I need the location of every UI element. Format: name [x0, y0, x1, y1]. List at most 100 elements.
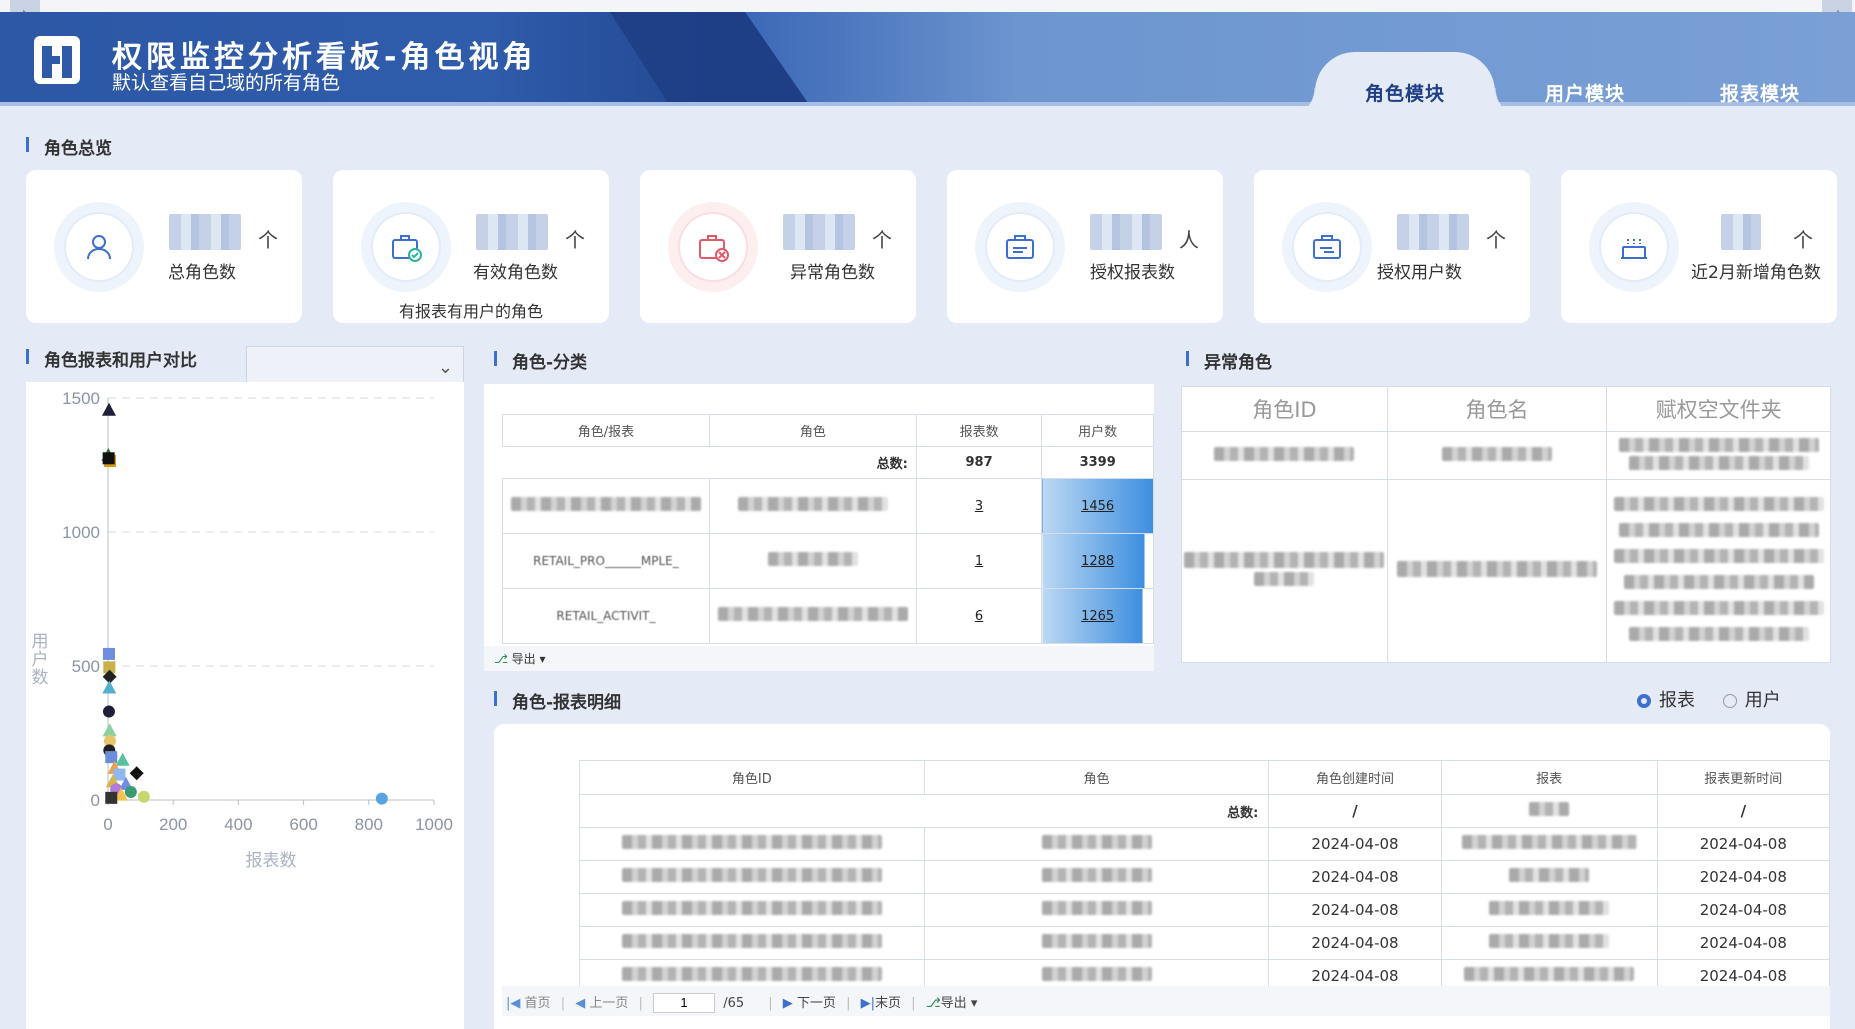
table-row[interactable]: 3 1456 — [502, 478, 1154, 534]
kpi-value — [169, 214, 241, 250]
col-header[interactable]: 报表更新时间 — [1656, 760, 1831, 795]
kpi-value — [1397, 214, 1469, 250]
report-count-link[interactable]: 3 — [975, 499, 983, 514]
cake-icon — [1621, 239, 1647, 259]
user-count-link[interactable]: 1288 — [1081, 554, 1114, 569]
category-table: 角色/报表 角色 报表数 用户数 总数: 987 3399 3 1456 RET… — [502, 414, 1154, 644]
first-page-button[interactable]: |◀ 首页 — [506, 996, 551, 1011]
export-button[interactable]: ⎇ 导出 ▾ — [484, 646, 1154, 671]
col-header[interactable]: 角色/报表 — [502, 414, 710, 447]
page-subtitle: 默认查看自己域的所有角色 — [112, 72, 341, 94]
kpi-card-new-roles[interactable]: 个 近2月新增角色数 — [1561, 170, 1837, 323]
x-tick-label: 800 — [355, 815, 383, 834]
briefcase-report-icon — [1006, 235, 1034, 259]
detail-type-radio: 报表 用户 — [1637, 686, 1781, 712]
page-number-input[interactable] — [653, 992, 716, 1013]
col-header[interactable]: 角色 — [708, 414, 917, 447]
table-row[interactable]: RETAIL_ACTIVIT_ 6 1265 — [502, 588, 1154, 644]
prev-page-button[interactable]: ◀ 上一页 — [575, 996, 628, 1011]
table-row[interactable]: 2024-04-08 2024-04-08 — [579, 860, 1831, 894]
kpi-card-total-roles[interactable]: 个 总角色数 — [26, 170, 302, 323]
kpi-card-authorized-users[interactable]: 个 授权用户数 — [1254, 170, 1530, 323]
briefcase-x-icon — [699, 235, 729, 262]
report-count-link[interactable]: 6 — [975, 609, 983, 624]
radio-report[interactable]: 报表 — [1637, 690, 1695, 711]
table-row[interactable] — [1181, 479, 1831, 663]
scatter-point — [129, 766, 144, 781]
last-page-icon: ▶| — [860, 996, 875, 1011]
tab-role-module[interactable]: 角色模块 — [1285, 52, 1525, 106]
y-axis-label: 用户数 — [32, 632, 49, 688]
section-title-compare: 角色报表和用户对比 — [26, 346, 197, 371]
col-header[interactable]: 角色 — [923, 760, 1270, 795]
x-tick-label: 1000 — [415, 815, 453, 834]
kpi-card-authorized-reports[interactable]: 人 授权报表数 — [947, 170, 1223, 323]
chevron-down-icon: ⌄ — [437, 357, 453, 378]
col-header[interactable]: 赋权空文件夹 — [1606, 386, 1831, 432]
user-count-link[interactable]: 1456 — [1081, 499, 1114, 514]
scatter-point — [124, 785, 137, 798]
x-axis-label: 报表数 — [246, 851, 297, 871]
kpi-label: 总角色数 — [168, 263, 236, 283]
tab-user-module[interactable]: 用户模块 — [1495, 52, 1675, 106]
table-row[interactable] — [1181, 431, 1831, 480]
kpi-label: 授权报表数 — [1090, 263, 1175, 283]
user-icon — [87, 235, 111, 260]
section-title-detail: 角色-报表明细 — [494, 688, 621, 713]
kpi-sublabel: 有报表有用户的角色 — [398, 302, 543, 321]
table-row[interactable]: 2024-04-08 2024-04-08 — [579, 827, 1831, 861]
col-header[interactable]: 角色名 — [1386, 386, 1608, 432]
scatter-point — [102, 705, 115, 718]
kpi-card-abnormal-roles[interactable]: 个 异常角色数 — [640, 170, 916, 323]
total-label: 总数: — [578, 794, 1270, 828]
col-header[interactable]: 角色ID — [1181, 386, 1388, 432]
y-tick-label: 0 — [91, 791, 100, 810]
export-button[interactable]: ⎇导出 ▾ — [926, 996, 978, 1011]
kpi-value — [476, 214, 548, 250]
y-tick-label: 500 — [72, 657, 100, 676]
scatter-point — [101, 402, 116, 416]
detail-panel: 角色ID 角色 角色创建时间 报表 报表更新时间 总数: / / 2024-04… — [494, 724, 1831, 1029]
header-banner: 权限监控分析看板-角色视角 默认查看自己域的所有角色 角色模块 用户模块 报表模… — [0, 12, 1855, 106]
table-row[interactable]: RETAIL_PRO______MPLE_ 1 1288 — [502, 533, 1154, 589]
section-title-category: 角色-分类 — [494, 348, 587, 373]
total-users: 3399 — [1041, 446, 1154, 479]
table-row[interactable]: 2024-04-08 2024-04-08 — [579, 893, 1831, 927]
x-tick-label: 200 — [159, 815, 187, 834]
next-page-button[interactable]: ▶ 下一页 — [783, 996, 836, 1011]
col-header[interactable]: 角色创建时间 — [1268, 760, 1442, 795]
app-logo-icon — [34, 36, 80, 84]
tab-report-module[interactable]: 报表模块 — [1670, 52, 1850, 106]
x-tick-label: 0 — [103, 815, 112, 834]
table-row[interactable]: 2024-04-08 2024-04-08 — [579, 926, 1831, 960]
detail-table: 角色ID 角色 角色创建时间 报表 报表更新时间 总数: / / 2024-04… — [578, 760, 1831, 993]
col-header[interactable]: 角色ID — [579, 760, 925, 795]
scatter-point — [115, 752, 130, 766]
category-panel: 角色/报表 角色 报表数 用户数 总数: 987 3399 3 1456 RET… — [484, 384, 1154, 671]
kpi-value — [783, 214, 855, 250]
scatter-point — [137, 790, 150, 803]
kpi-label: 异常角色数 — [790, 263, 875, 283]
col-header[interactable]: 用户数 — [1041, 414, 1154, 447]
y-tick-label: 1500 — [62, 389, 100, 408]
col-header[interactable]: 报表数 — [915, 414, 1043, 447]
user-count-link[interactable]: 1265 — [1081, 609, 1114, 624]
prev-page-icon: ◀ — [575, 996, 586, 1011]
abnormal-table: 角色ID 角色名 赋权空文件夹 — [1181, 386, 1831, 663]
scatter-point — [102, 452, 115, 465]
radio-user[interactable]: 用户 — [1722, 690, 1781, 711]
col-header[interactable]: 报表 — [1440, 760, 1658, 795]
briefcase-user-icon — [1313, 235, 1341, 259]
scatter-chart: 0 500 1000 1500 0 200 400 600 800 1000 报表数 用户数 — [32, 389, 453, 871]
kpi-card-valid-roles[interactable]: 个 有效角色数 有报表有用户的角色 — [333, 170, 609, 323]
next-page-icon: ▶ — [782, 996, 793, 1011]
kpi-label: 授权用户数 — [1377, 263, 1462, 283]
report-count-link[interactable]: 1 — [975, 554, 983, 569]
kpi-label: 近2月新增角色数 — [1691, 263, 1821, 283]
top-strip — [0, 0, 1855, 12]
briefcase-check-icon — [392, 235, 422, 262]
kpi-value — [1090, 214, 1162, 250]
abnormal-panel: 角色ID 角色名 赋权空文件夹 — [1181, 386, 1831, 663]
last-page-button[interactable]: ▶|末页 — [861, 996, 901, 1011]
y-tick-label: 1000 — [62, 523, 100, 542]
